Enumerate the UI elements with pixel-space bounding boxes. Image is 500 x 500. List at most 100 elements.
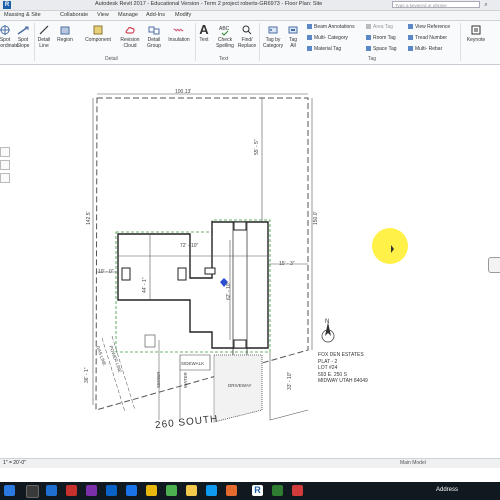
room-tag-button[interactable]: Room Tag (366, 35, 396, 41)
sticky-notes-icon[interactable] (186, 485, 197, 496)
search-icon[interactable]: ⌕ (482, 1, 490, 9)
room-tag-icon (366, 35, 371, 41)
column-marker (121, 267, 131, 281)
site-plan[interactable]: N (0, 65, 500, 458)
dim-text-north-setback: 55' - 5" (254, 139, 260, 155)
address-line: MIDWAY UTAH 84049 (318, 378, 368, 384)
spot-slope-label: Spot Slope (16, 37, 30, 49)
insulation-icon (173, 28, 184, 32)
revit-taskbar-icon[interactable]: R (252, 485, 263, 496)
find-replace-label: Find/ Replace (237, 37, 257, 49)
spot-coordinate-icon (0, 25, 10, 35)
water-label: WATER (183, 372, 188, 388)
drawing-canvas[interactable]: N 100.13' 55' - 5" 142.5' 150.0' 72' - 1… (0, 65, 500, 458)
scale-readout[interactable]: 1" = 20'-0" (3, 460, 26, 466)
ribbon-separator (460, 23, 461, 61)
multi-rebar-button[interactable]: Multi- Rebar (408, 46, 442, 52)
region-icon (60, 26, 70, 35)
media-icon[interactable] (292, 485, 303, 496)
dim-text-southeast: 33' - 10" (287, 371, 293, 390)
start-icon[interactable] (4, 485, 15, 496)
tab-manage[interactable]: Manage (118, 12, 138, 18)
revision-cloud-button[interactable]: Revision Cloud (119, 24, 141, 49)
revision-cloud-label: Revision Cloud (120, 37, 140, 49)
detail-group-button[interactable]: Detail Group (145, 24, 163, 49)
material-tag-icon (307, 46, 312, 52)
find-replace-button[interactable]: Find/ Replace (237, 24, 257, 49)
excel-icon[interactable] (272, 485, 283, 496)
detail-line-button[interactable]: Detail Line (36, 24, 52, 49)
status-area (0, 468, 500, 482)
check-spelling-button[interactable]: ABC Check Spelling (214, 24, 236, 49)
building-footprint (117, 221, 269, 349)
room-tag-label: Room Tag (373, 35, 396, 41)
view-reference-button[interactable]: View Reference (408, 24, 450, 30)
panel-detail-label: Detail (105, 56, 118, 62)
space-tag-button[interactable]: Space Tag (366, 46, 397, 52)
tag-by-category-icon (268, 26, 278, 34)
address-toolbar-label[interactable]: Address (436, 487, 458, 493)
find-replace-icon (242, 25, 252, 35)
mouse-cursor-icon (391, 245, 394, 253)
tag-by-category-label: Tag by Category (262, 37, 284, 49)
view-reference-icon (408, 24, 413, 30)
driveway (213, 354, 263, 423)
tab-massing-site[interactable]: Massing & Site (4, 12, 41, 18)
ribbon-separator (195, 23, 196, 61)
detail-line-label: Detail Line (37, 37, 51, 49)
dim-text-west: 142.5' (86, 211, 92, 225)
dim-text-width: 72' - 10" (180, 243, 199, 249)
dim-text-depth: 44' - 1" (142, 277, 148, 293)
component-button[interactable]: Component (83, 24, 113, 44)
address-line: FOX DEN ESTATES (318, 352, 364, 358)
tread-number-button[interactable]: Tread Number (408, 35, 447, 41)
multi-category-icon (307, 35, 312, 41)
revit-logo-icon[interactable]: R (3, 1, 11, 9)
chrome-icon[interactable] (166, 485, 177, 496)
ribbon: Spot Coordinate Spot Slope Detail Line R… (0, 21, 500, 65)
sewer-label: SEWER (156, 371, 161, 388)
tab-collaborate[interactable]: Collaborate (60, 12, 88, 18)
search-input[interactable]: Type a keyword or phrase (392, 1, 480, 8)
spot-slope-button[interactable]: Spot Slope (14, 24, 32, 49)
space-tag-icon (366, 46, 371, 52)
material-tag-button[interactable]: Material Tag (307, 46, 341, 52)
beam-annotations-label: Beam Annotations (314, 24, 355, 30)
tab-view[interactable]: View (97, 12, 109, 18)
driveway-label: DRIVEWAY (228, 383, 252, 388)
model-readout[interactable]: Main Model (400, 460, 426, 466)
area-tag-button[interactable]: Area Tag (366, 24, 393, 30)
view-nav-icon[interactable] (0, 160, 10, 170)
office-icon[interactable] (66, 485, 77, 496)
area-tag-icon (366, 24, 371, 30)
tab-add-ins[interactable]: Add-Ins (146, 12, 165, 18)
material-tag-label: Material Tag (314, 46, 342, 52)
edge-icon[interactable] (46, 485, 57, 496)
beam-annotations-button[interactable]: Beam Annotations (307, 24, 355, 30)
tag-by-category-button[interactable]: Tag by Category (261, 24, 285, 49)
multi-category-button[interactable]: Multi- Category (307, 35, 348, 41)
navigation-bar-icon[interactable] (488, 257, 500, 273)
text-button[interactable]: A Text (197, 23, 211, 44)
tab-modify[interactable]: Modify (175, 12, 191, 18)
spot-slope-icon (17, 26, 29, 35)
insulation-button[interactable]: Insulation (165, 24, 193, 44)
onenote-icon[interactable] (86, 485, 97, 496)
ribbon-separator (259, 23, 260, 61)
app-icon[interactable] (226, 485, 237, 496)
view-nav-icon[interactable] (0, 147, 10, 157)
multi-rebar-icon (408, 46, 413, 52)
word-icon[interactable] (126, 485, 137, 496)
region-button[interactable]: Region (55, 24, 75, 44)
keynote-button[interactable]: Keynote (464, 24, 488, 44)
cursor-highlight (372, 228, 408, 264)
task-view-icon[interactable] (26, 485, 39, 498)
dim-text-east: 150.0' (313, 211, 319, 225)
photos-icon[interactable] (206, 485, 217, 496)
tag-all-button[interactable]: Tag All (287, 24, 299, 49)
mail-icon[interactable] (106, 485, 117, 496)
dim-text-center: 62' - 10" (226, 281, 232, 300)
check-spelling-label: Check Spelling (216, 37, 234, 49)
folder-icon[interactable] (146, 485, 157, 496)
view-nav-icon[interactable] (0, 173, 10, 183)
